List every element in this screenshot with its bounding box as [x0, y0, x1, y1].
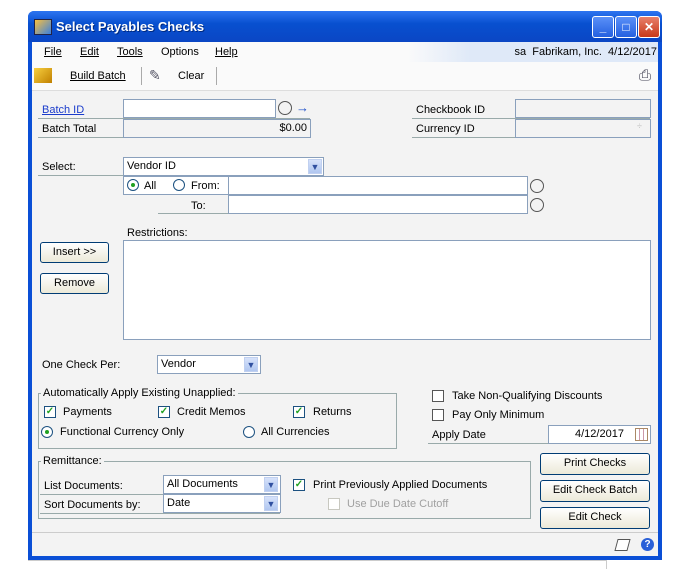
auto-apply-label: Automatically Apply Existing Unapplied: — [41, 387, 238, 399]
clear-button[interactable]: Clear — [178, 70, 204, 82]
app-icon — [34, 19, 52, 35]
divider — [32, 532, 658, 533]
batch-id-input[interactable] — [123, 99, 276, 118]
lookup-icon[interactable] — [530, 179, 544, 193]
from-input[interactable] — [228, 176, 528, 195]
toolbar-separator — [216, 67, 217, 85]
restrictions-list[interactable] — [123, 240, 651, 340]
radio-functional-currency[interactable] — [41, 426, 53, 438]
toolbar — [32, 62, 658, 91]
menu-file[interactable]: File — [44, 46, 62, 58]
to-label: To: — [191, 200, 206, 212]
print-checks-button[interactable]: Print Checks — [540, 453, 650, 475]
spinner-icon[interactable]: ÷ — [637, 121, 642, 131]
divider — [38, 175, 123, 176]
calendar-icon[interactable] — [635, 428, 648, 441]
remittance-label: Remittance: — [41, 455, 104, 467]
from-label: From: — [191, 180, 220, 192]
currency-id-label: Currency ID — [416, 123, 475, 135]
clear-eraser-icon[interactable]: ✎ — [149, 67, 161, 84]
chevron-down-icon[interactable]: ▼ — [264, 477, 278, 492]
one-check-per-label: One Check Per: — [42, 359, 121, 371]
list-documents-label: List Documents: — [44, 480, 123, 492]
insert-button[interactable]: Insert >> — [40, 242, 109, 263]
radio-all-currencies[interactable] — [243, 426, 255, 438]
use-due-date-cutoff-checkbox[interactable] — [328, 498, 340, 510]
sort-documents-value: Date — [167, 497, 191, 509]
returns-checkbox[interactable]: ✓ — [293, 406, 305, 418]
take-non-qualifying-checkbox[interactable] — [432, 390, 444, 402]
edit-check-batch-button[interactable]: Edit Check Batch — [540, 480, 650, 502]
underlying-window-edge — [28, 560, 607, 569]
divider — [158, 213, 228, 214]
maximize-button[interactable]: □ — [615, 16, 637, 38]
minimize-button[interactable]: _ — [592, 16, 614, 38]
take-non-qualifying-label: Take Non-Qualifying Discounts — [452, 390, 603, 402]
window-title: Select Payables Checks — [56, 19, 205, 34]
print-previously-applied-label: Print Previously Applied Documents — [313, 479, 488, 491]
edit-check-button[interactable]: Edit Check — [540, 507, 650, 529]
radio-from[interactable] — [173, 179, 185, 191]
select-dropdown[interactable]: Vendor ID — [123, 157, 324, 176]
checkbook-id-label: Checkbook ID — [416, 104, 486, 116]
all-currencies-label: All Currencies — [261, 426, 330, 438]
currency-id-field[interactable] — [515, 119, 651, 138]
auto-apply-group — [38, 393, 397, 449]
printer-icon[interactable]: ⎙ — [639, 67, 651, 84]
returns-label: Returns — [313, 406, 352, 418]
list-documents-value: All Documents — [167, 478, 238, 490]
divider — [40, 513, 280, 514]
user-company-date: sa Fabrikam, Inc. 4/12/2017 — [514, 46, 657, 58]
menu-edit[interactable]: Edit — [80, 46, 99, 58]
select-label: Select: — [42, 161, 76, 173]
to-input[interactable] — [228, 195, 528, 214]
payments-checkbox[interactable]: ✓ — [44, 406, 56, 418]
apply-date-label: Apply Date — [432, 429, 486, 441]
lookup-icon[interactable] — [530, 198, 544, 212]
lookup-icon[interactable] — [278, 101, 292, 115]
chevron-down-icon[interactable]: ▼ — [308, 159, 322, 174]
menu-tools[interactable]: Tools — [117, 46, 143, 58]
pay-only-minimum-checkbox[interactable] — [432, 409, 444, 421]
batch-id-link[interactable]: Batch ID — [42, 104, 84, 116]
payments-label: Payments — [63, 406, 112, 418]
menu-options[interactable]: Options — [161, 46, 199, 58]
toolbar-separator — [141, 67, 142, 85]
credit-memos-label: Credit Memos — [177, 406, 246, 418]
build-batch-button[interactable]: Build Batch — [70, 70, 126, 82]
menu-help[interactable]: Help — [215, 46, 238, 58]
print-previously-applied-checkbox[interactable]: ✓ — [293, 479, 305, 491]
help-icon[interactable]: ? — [641, 538, 654, 551]
chevron-down-icon[interactable]: ▼ — [264, 496, 278, 511]
radio-all[interactable] — [127, 179, 139, 191]
functional-currency-label: Functional Currency Only — [60, 426, 185, 438]
sort-documents-label: Sort Documents by: — [44, 499, 141, 511]
use-due-date-cutoff-label: Use Due Date Cutoff — [347, 498, 449, 510]
radio-all-label: All — [144, 180, 157, 192]
close-button[interactable]: ✕ — [638, 16, 660, 38]
build-batch-icon[interactable] — [34, 68, 52, 83]
batch-total-value: $0.00 — [123, 119, 311, 138]
batch-total-label: Batch Total — [42, 123, 97, 135]
one-check-per-value: Vendor — [161, 358, 196, 370]
credit-memos-checkbox[interactable]: ✓ — [158, 406, 170, 418]
checkbook-id-field[interactable] — [515, 99, 651, 118]
chevron-down-icon[interactable]: ▼ — [244, 357, 258, 372]
remove-button[interactable]: Remove — [40, 273, 109, 294]
pay-only-minimum-label: Pay Only Minimum — [452, 409, 545, 421]
arrow-right-icon[interactable]: → — [296, 100, 309, 115]
restrictions-label: Restrictions: — [127, 227, 188, 239]
select-value: Vendor ID — [127, 160, 176, 172]
